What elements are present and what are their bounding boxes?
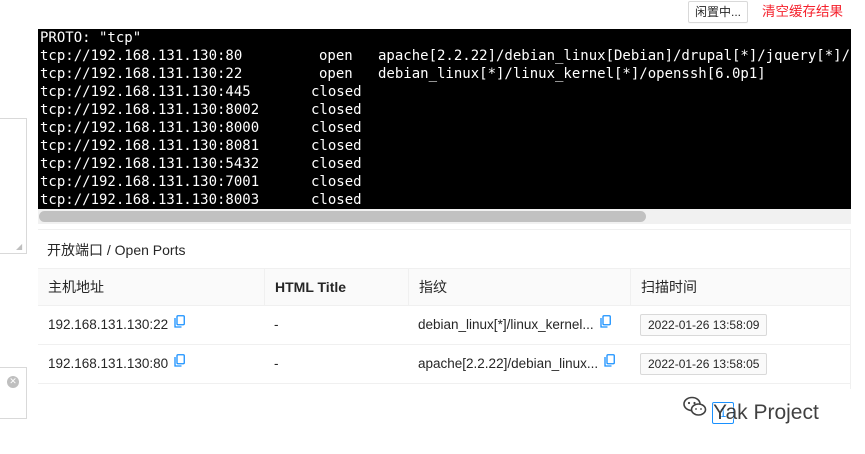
cell-fingerprint: apache[2.2.22]/debian_linux... [408,344,616,383]
terminal-row-address: tcp://192.168.131.130:8000 [40,120,260,136]
terminal-row-address: tcp://192.168.131.130:8002 [40,102,260,118]
table-row: 192.168.131.130:80 - apache[2.2.22]/debi… [38,345,850,384]
host-address: 192.168.131.130:80 [48,356,169,371]
terminal-row-address: tcp://192.168.131.130:8003 [40,192,260,208]
terminal-row: tcp://192.168.131.130:7001 closed [40,173,362,191]
terminal-row-state: closed [311,174,362,190]
terminal-row: tcp://192.168.131.130:22 open debian_lin… [40,65,766,83]
terminal-row: tcp://192.168.131.130:8002 closed [40,101,362,119]
terminal-row-state: closed [311,156,362,172]
close-circle-icon[interactable]: ✕ [7,376,19,388]
left-textarea-panel[interactable]: ◢ [0,118,27,254]
terminal-row-state: closed [311,102,362,118]
resize-grip-icon[interactable]: ◢ [16,243,24,251]
terminal-row-state: open [319,48,353,64]
table-header: 主机地址 HTML Title 指纹 扫描时间 [38,268,850,306]
copy-icon[interactable] [599,305,611,343]
terminal-output: PROTO: "tcp" tcp://192.168.131.130:80 op… [38,29,851,210]
cell-host: 192.168.131.130:80 [38,344,186,383]
watermark-text: Yak Project [713,401,819,424]
fingerprint-text: debian_linux[*]/linux_kernel... [418,317,594,332]
column-header-html-title[interactable]: HTML Title [264,269,408,306]
terminal-row: tcp://192.168.131.130:8000 closed [40,119,362,137]
scan-time-tag: 2022-01-26 13:58:05 [640,353,768,376]
terminal-row-fingerprint: debian_linux[*]/linux_kernel[*]/openssh[… [378,66,766,82]
terminal-row: tcp://192.168.131.130:445 closed [40,83,362,101]
fingerprint-text: apache[2.2.22]/debian_linux... [418,356,599,371]
wechat-icon [683,396,707,427]
cell-scan-time: 2022-01-26 13:58:09 [630,306,768,344]
terminal-row-state: closed [311,120,362,136]
cell-scan-time: 2022-01-26 13:58:05 [630,345,768,383]
host-address: 192.168.131.130:22 [48,317,169,332]
terminal-row-state: open [319,66,353,82]
terminal-row: tcp://192.168.131.130:8081 closed [40,137,362,155]
scrollbar-thumb[interactable] [39,211,646,222]
terminal-row-address: tcp://192.168.131.130:22 [40,66,243,82]
idle-status-button[interactable]: 闲置中... [688,1,748,23]
terminal-row-state: closed [311,84,362,100]
card-divider [38,229,851,230]
terminal-row: tcp://192.168.131.130:8003 closed [40,191,362,209]
card-border [850,229,851,389]
scan-time-tag: 2022-01-26 13:58:09 [640,314,768,337]
left-input-panel[interactable]: ✕ [0,367,27,419]
terminal-row-fingerprint: apache[2.2.22]/debian_linux[Debian]/drup… [378,48,851,64]
copy-icon[interactable] [604,344,616,382]
clear-cache-button[interactable]: 清空缓存结果 [762,3,843,21]
terminal-header: PROTO: "tcp" [40,30,142,46]
open-ports-title: 开放端口 / Open Ports [47,242,186,258]
terminal-row-state: closed [311,192,362,208]
cell-fingerprint: debian_linux[*]/linux_kernel... [408,306,611,344]
cell-html-title: - [274,356,279,371]
table-row: 192.168.131.130:22 - debian_linux[*]/lin… [38,306,850,345]
terminal-row-address: tcp://192.168.131.130:5432 [40,156,260,172]
cell-host: 192.168.131.130:22 [38,305,186,344]
column-header-host[interactable]: 主机地址 [38,269,264,306]
cell-html-title: - [274,317,279,332]
watermark: Yak Project [683,396,819,428]
terminal-row: tcp://192.168.131.130:5432 closed [40,155,362,173]
column-header-fingerprint[interactable]: 指纹 [408,269,630,306]
terminal-horizontal-scrollbar[interactable] [38,209,851,224]
copy-icon[interactable] [174,305,186,343]
terminal-row-address: tcp://192.168.131.130:8081 [40,138,260,154]
terminal-row-address: tcp://192.168.131.130:7001 [40,174,260,190]
column-header-scan-time[interactable]: 扫描时间 [630,269,850,306]
terminal-row: tcp://192.168.131.130:80 open apache[2.2… [40,47,850,65]
terminal-row-state: closed [311,138,362,154]
copy-icon[interactable] [174,344,186,382]
terminal-row-address: tcp://192.168.131.130:80 [40,48,243,64]
terminal-row-address: tcp://192.168.131.130:445 [40,84,251,100]
